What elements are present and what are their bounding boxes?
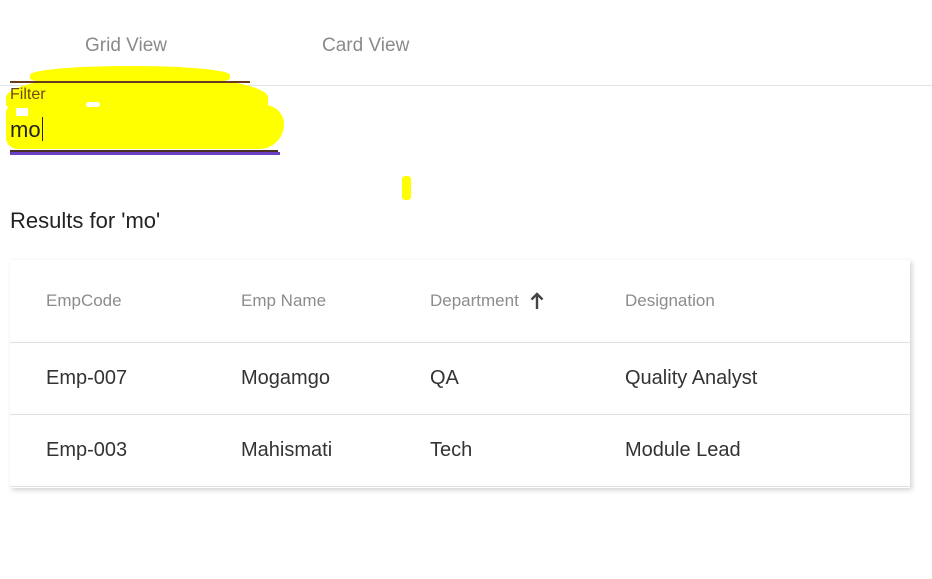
- column-header-department-label: Department: [430, 291, 519, 310]
- cell-department: QA: [430, 367, 459, 389]
- column-header-emp-name[interactable]: Emp Name: [241, 260, 326, 342]
- page: Grid View Card View Filter Results for '…: [0, 0, 932, 579]
- cell-designation: Quality Analyst: [625, 367, 758, 389]
- highlight-gap: [86, 102, 100, 107]
- annotation-line: [10, 81, 250, 83]
- cell-empcode: Emp-003: [46, 439, 128, 461]
- cell-emp-name: Mogamgo: [241, 367, 330, 389]
- cell-empcode: Emp-007: [46, 367, 128, 389]
- table-row[interactable]: Emp-007 Mogamgo QA Quality Analyst: [10, 343, 910, 415]
- column-header-department[interactable]: Department: [430, 260, 545, 342]
- highlight-mark: [402, 176, 411, 200]
- table-row[interactable]: Emp-003 Mahismati Tech Module Lead: [10, 415, 910, 487]
- filter-label: Filter: [10, 86, 46, 103]
- filter-input[interactable]: [10, 114, 280, 146]
- cell-department: Tech: [430, 439, 473, 461]
- cell-emp-name: Mahismati: [241, 439, 333, 461]
- tab-card-view[interactable]: Card View: [322, 26, 409, 66]
- cell-designation: Module Lead: [625, 439, 741, 461]
- employee-table: EmpCode Emp Name Department Designation …: [10, 260, 910, 488]
- tab-grid-view[interactable]: Grid View: [85, 26, 167, 66]
- results-title: Results for 'mo': [10, 208, 161, 233]
- column-header-empcode[interactable]: EmpCode: [46, 260, 122, 342]
- filter-underline: [10, 152, 280, 155]
- table-header-row: EmpCode Emp Name Department Designation: [10, 260, 910, 343]
- column-header-designation[interactable]: Designation: [625, 260, 715, 342]
- arrow-up-icon[interactable]: [529, 292, 545, 310]
- text-caret: [42, 117, 43, 141]
